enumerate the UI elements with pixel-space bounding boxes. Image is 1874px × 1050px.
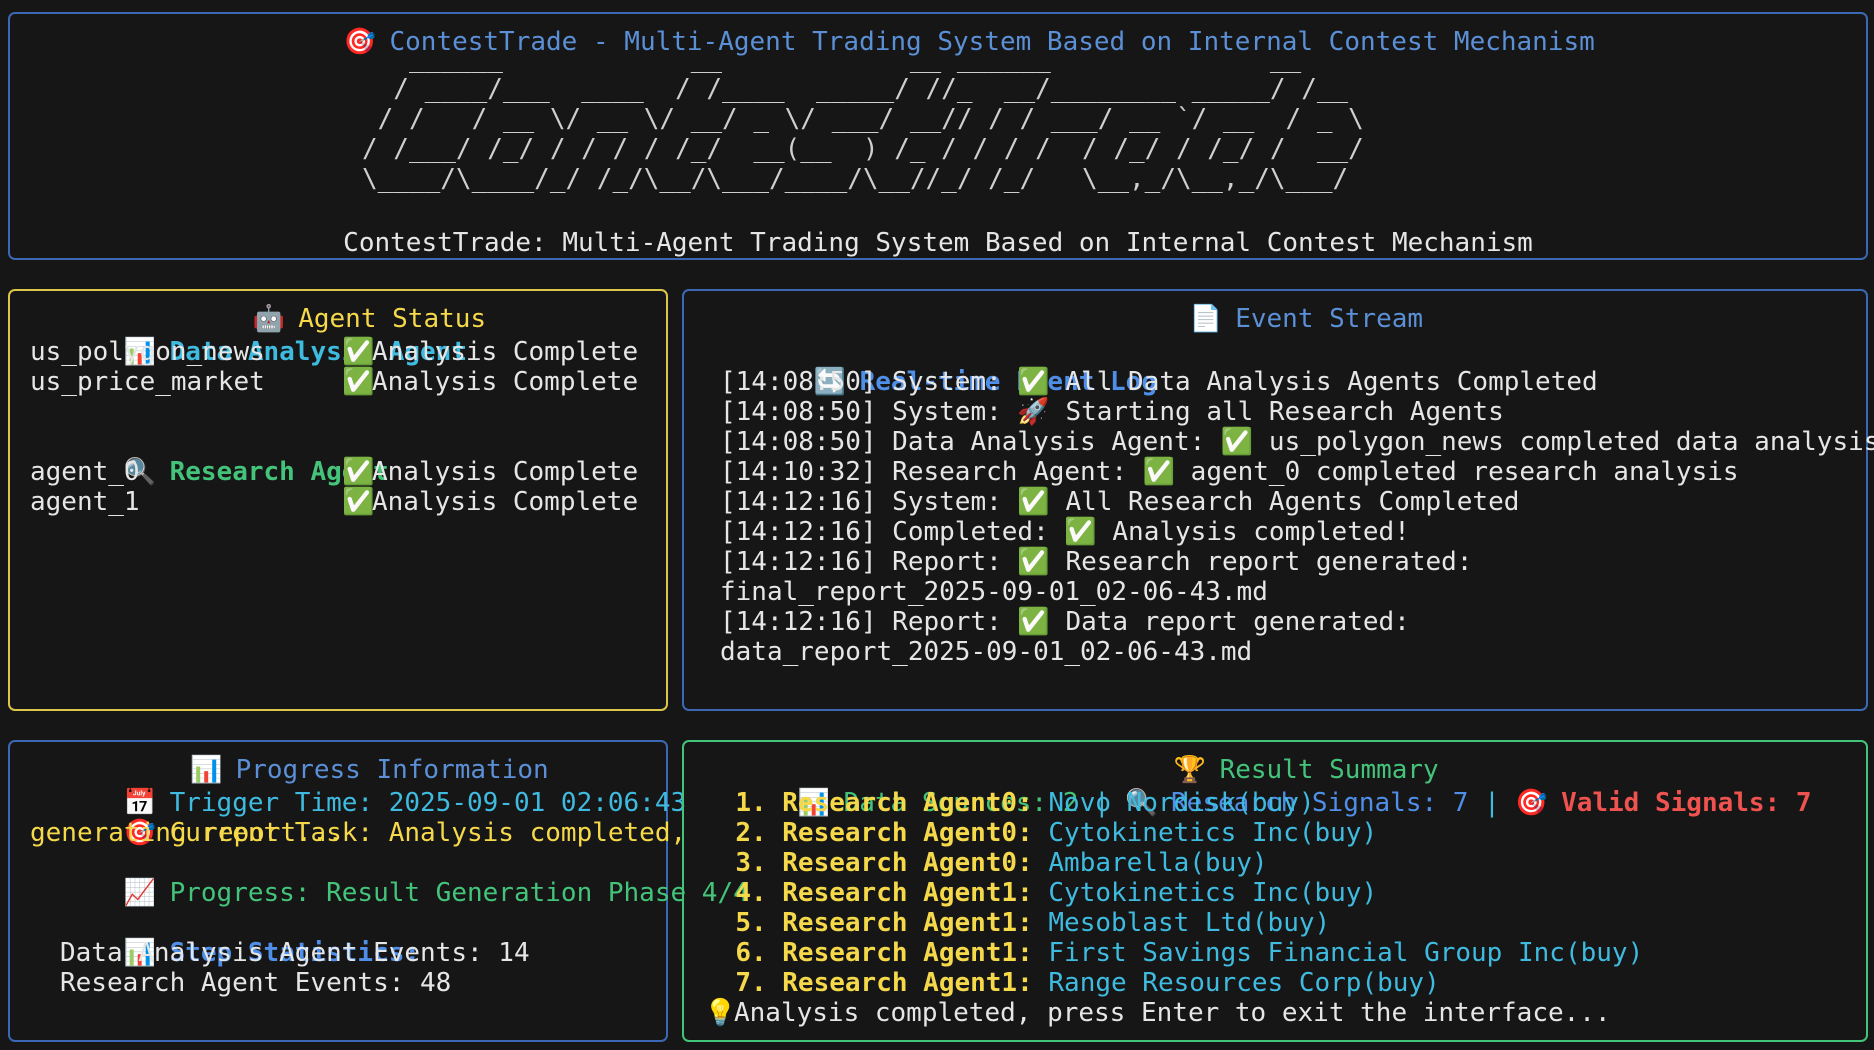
event-line: [14:12:16] Report: ✅ Research report gen…: [720, 547, 1473, 577]
step-stats-header: 📊 Step Statistics:: [30, 908, 749, 968]
event-stream-title-text: Event Stream: [1235, 304, 1424, 334]
check-icon: ✅: [342, 487, 375, 517]
trend-up-icon: 📈: [123, 878, 157, 908]
header-subtitle: ContestTrade: Multi-Agent Trading System…: [343, 228, 1533, 258]
result-item: 5. Research Agent1: Mesoblast Ltd(buy): [704, 908, 1812, 938]
result-item-signal: Novo Nordisk(buy): [1048, 788, 1315, 818]
stat-line: Research Agent Events: 48: [60, 968, 452, 998]
agent-row: us_price_market ✅ Analysis Complete: [30, 367, 638, 397]
separator: |: [1468, 788, 1516, 818]
result-item-signal: Cytokinetics Inc(buy): [1048, 878, 1378, 908]
result-item-number: 7.: [735, 968, 767, 998]
progress-line: 📈 Progress: Result Generation Phase 4/4: [30, 848, 749, 908]
result-item: 3. Research Agent0: Ambarella(buy): [704, 848, 1812, 878]
lightbulb-icon: 💡: [704, 998, 737, 1028]
agent-row: us_polygon_news ✅ Analysis Complete: [30, 337, 638, 367]
valid-signals-count: Valid Signals: 7: [1561, 788, 1812, 818]
event-line: [14:12:16] System: ✅ All Research Agents…: [720, 487, 1520, 517]
result-item: 6. Research Agent1: First Savings Financ…: [704, 938, 1812, 968]
result-item-number: 3.: [735, 848, 767, 878]
agent-name: agent_0: [30, 457, 140, 487]
agent-row: agent_1 ✅ Analysis Complete: [30, 487, 638, 517]
result-item: 7. Research Agent1: Range Resources Corp…: [704, 968, 1812, 998]
event-log-header: 🔄 Real-time Event Log: [720, 337, 1874, 397]
stat-line: Data Analysis Agent Events: 14: [60, 938, 530, 968]
result-summary-panel: 🏆 Result Summary 📊 Data Sources: 2 | 🔍 R…: [682, 740, 1868, 1042]
target-icon: 🎯: [1515, 788, 1548, 818]
result-item-signal: Range Resources Corp(buy): [1048, 968, 1440, 998]
event-line: [14:10:32] Research Agent: ✅ agent_0 com…: [720, 457, 1739, 487]
check-icon: ✅: [342, 337, 375, 367]
data-analysis-section-header: 📊 Data Analysis Agent: [30, 307, 638, 367]
agent-status-panel: 🤖 Agent Status 📊 Data Analysis Agent us_…: [8, 289, 668, 711]
result-item-agent: Research Agent1:: [782, 938, 1033, 968]
result-item-number: 6.: [735, 938, 767, 968]
result-item: 2. Research Agent0: Cytokinetics Inc(buy…: [704, 818, 1812, 848]
event-line: [14:12:16] Completed: ✅ Analysis complet…: [720, 517, 1410, 547]
event-line: [14:08:50] Data Analysis Agent: ✅ us_pol…: [720, 427, 1874, 457]
event-stream-panel: 📄 Event Stream 🔄 Real-time Event Log [14…: [682, 289, 1874, 711]
agent-status-text: Analysis Complete: [372, 487, 639, 517]
exit-prompt-text: Analysis completed, press Enter to exit …: [734, 998, 1611, 1028]
agent-name: us_price_market: [30, 367, 265, 397]
result-item-number: 2.: [735, 818, 767, 848]
exit-prompt: 💡Analysis completed, press Enter to exit…: [704, 998, 1812, 1028]
event-line: [14:08:50] System: ✅ All Data Analysis A…: [720, 367, 1598, 397]
check-icon: ✅: [342, 457, 375, 487]
result-item-agent: Research Agent0:: [782, 848, 1033, 878]
result-item-agent: Research Agent0:: [782, 788, 1033, 818]
check-icon: ✅: [342, 367, 375, 397]
result-summary-stats: 📊 Data Sources: 2 | 🔍 Research Signals: …: [704, 758, 1812, 818]
ascii-logo: ______ __ __ ______ __ / ____/___ ____ /…: [362, 44, 1364, 194]
result-item-signal: First Savings Financial Group Inc(buy): [1048, 938, 1644, 968]
result-item-agent: Research Agent1:: [782, 908, 1033, 938]
result-item: 4. Research Agent1: Cytokinetics Inc(buy…: [704, 878, 1812, 908]
event-line: [14:08:50] System: 🚀 Starting all Resear…: [720, 397, 1504, 427]
agent-name: agent_1: [30, 487, 140, 517]
event-line: final_report_2025-09-01_02-06-43.md: [720, 577, 1268, 607]
agent-status-text: Analysis Complete: [372, 337, 639, 367]
result-item-number: 4.: [735, 878, 767, 908]
trigger-time-line: 📅 Trigger Time: 2025-09-01 02:06:43: [30, 758, 749, 818]
agent-row: agent_0 ✅ Analysis Complete: [30, 457, 638, 487]
agent-status-text: Analysis Complete: [372, 457, 639, 487]
calendar-icon: 📅: [123, 788, 157, 818]
progress-panel: 📊 Progress Information 📅 Trigger Time: 2…: [8, 740, 749, 1042]
progress-text: Progress: Result Generation Phase 4/4: [169, 878, 749, 908]
header-panel: 🎯 ContestTrade - Multi-Agent Trading Sys…: [8, 12, 1868, 260]
agent-status-text: Analysis Complete: [372, 367, 639, 397]
result-item-number: 1.: [735, 788, 767, 818]
research-section-header: 🔍 Research Agent: [30, 427, 638, 487]
event-line: data_report_2025-09-01_02-06-43.md: [720, 637, 1253, 667]
result-item-signal: Mesoblast Ltd(buy): [1048, 908, 1331, 938]
result-item-signal: Ambarella(buy): [1048, 848, 1268, 878]
result-item-agent: Research Agent1:: [782, 878, 1033, 908]
agent-name: us_polygon_news: [30, 337, 265, 367]
trigger-time: Trigger Time: 2025-09-01 02:06:43: [169, 788, 687, 818]
result-item-number: 5.: [735, 908, 767, 938]
document-icon: 📄: [1189, 304, 1222, 334]
result-item-signal: Cytokinetics Inc(buy): [1048, 818, 1378, 848]
result-item-agent: Research Agent0:: [782, 818, 1033, 848]
event-line: [14:12:16] Report: ✅ Data report generat…: [720, 607, 1410, 637]
result-item-agent: Research Agent1:: [782, 968, 1033, 998]
